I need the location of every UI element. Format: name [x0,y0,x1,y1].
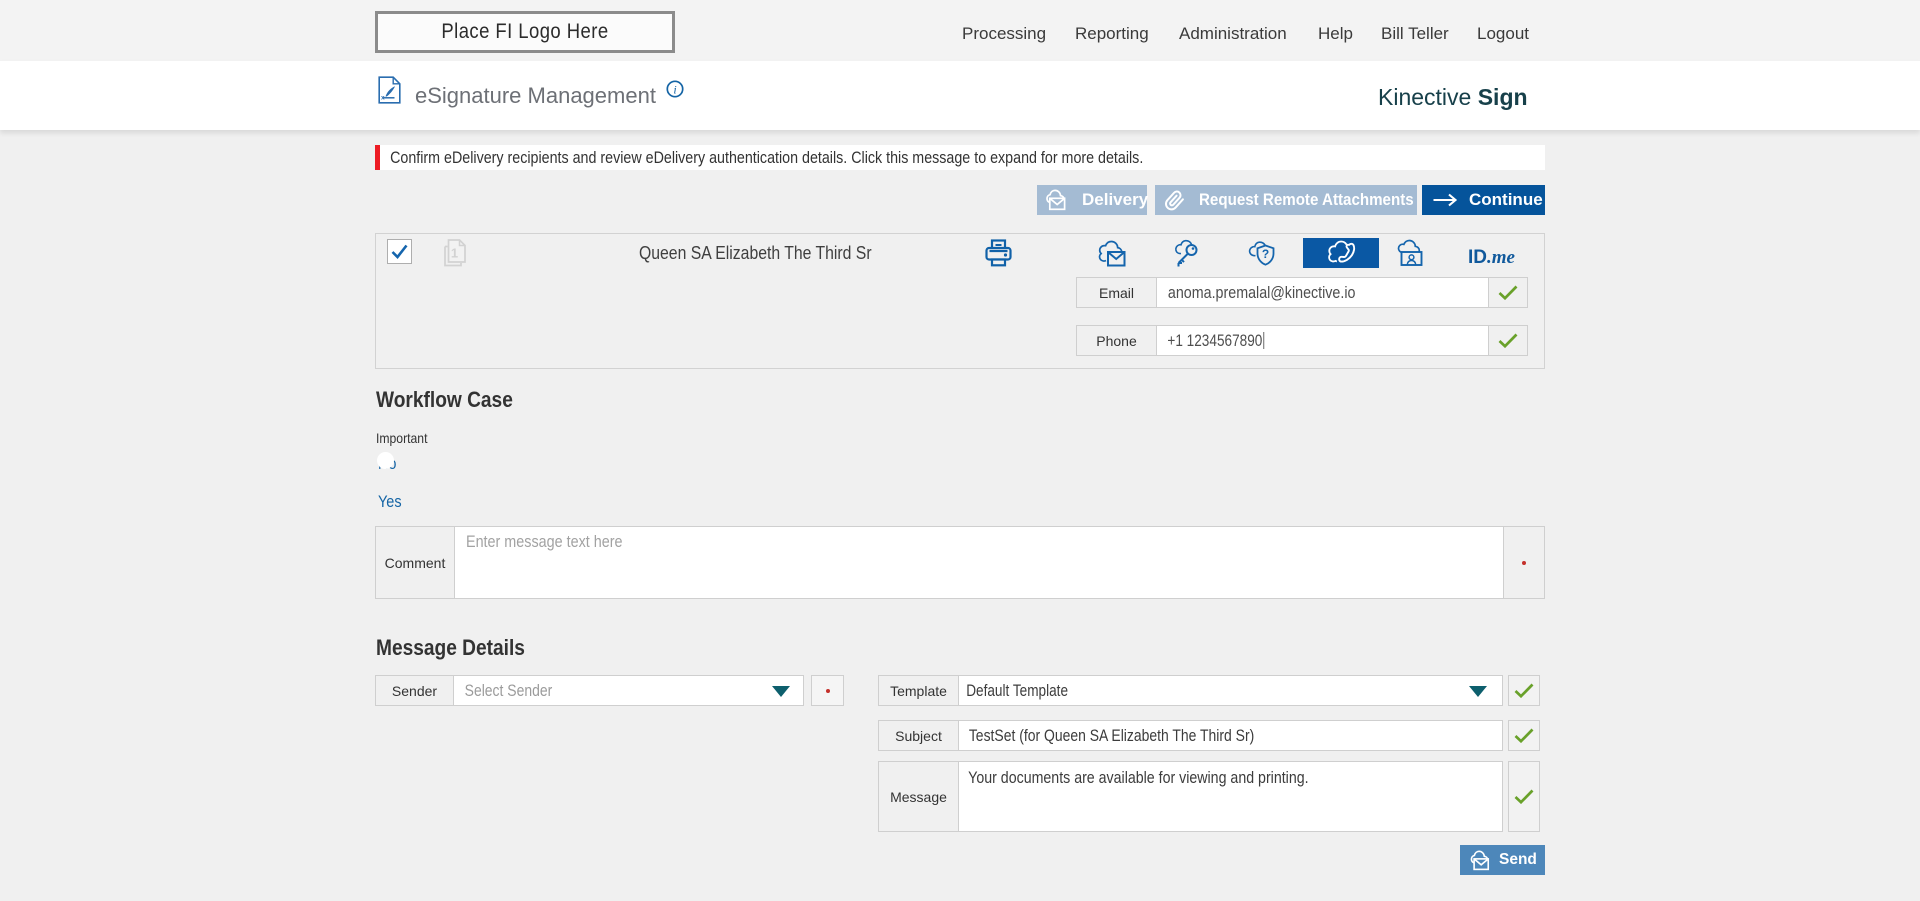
svg-text:1: 1 [451,246,458,261]
svg-text:i: i [673,83,676,97]
svg-text:?: ? [1262,247,1269,261]
svg-text:x: x [381,95,385,102]
